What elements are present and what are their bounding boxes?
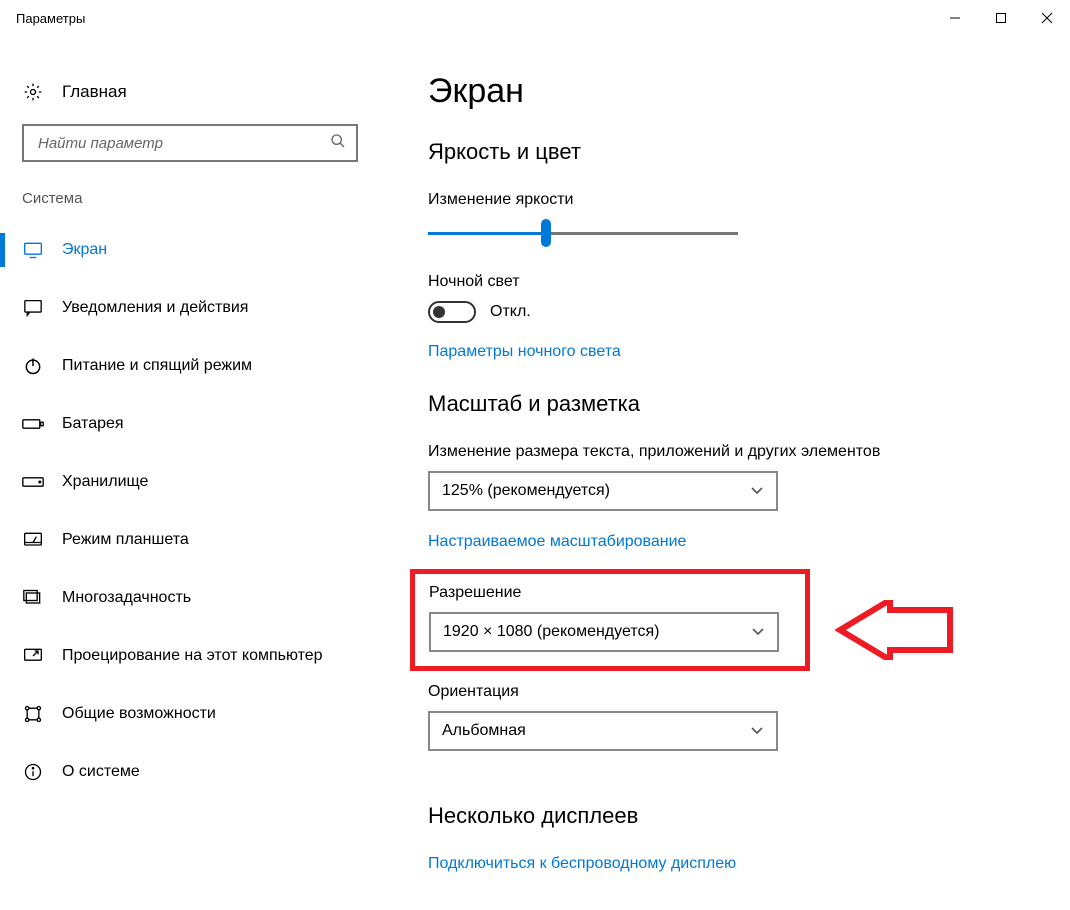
orientation-dropdown[interactable]: Альбомная bbox=[428, 711, 778, 751]
sidebar-item-tablet[interactable]: Режим планшета bbox=[0, 511, 380, 569]
custom-scaling-link[interactable]: Настраиваемое масштабирование bbox=[428, 533, 686, 550]
scale-label: Изменение размера текста, приложений и д… bbox=[428, 443, 1050, 461]
night-light-settings-link[interactable]: Параметры ночного света bbox=[428, 343, 621, 360]
brightness-slider[interactable] bbox=[428, 219, 738, 247]
wireless-display-link[interactable]: Подключиться к беспроводному дисплею bbox=[428, 855, 736, 872]
sidebar-item-label: Проецирование на этот компьютер bbox=[62, 647, 323, 665]
brightness-label: Изменение яркости bbox=[428, 191, 1050, 209]
home-button[interactable]: Главная bbox=[0, 72, 380, 112]
sidebar-item-label: Режим планшета bbox=[62, 531, 189, 549]
sidebar-item-notifications[interactable]: Уведомления и действия bbox=[0, 279, 380, 337]
multitask-icon bbox=[22, 589, 44, 607]
monitor-icon bbox=[22, 241, 44, 259]
multidisplay-heading: Несколько дисплеев bbox=[428, 803, 1050, 829]
night-light-label: Ночной свет bbox=[428, 273, 1050, 291]
main-content: Экран Яркость и цвет Изменение яркости Н… bbox=[400, 36, 1070, 873]
slider-track-filled bbox=[428, 232, 546, 235]
sidebar-item-display[interactable]: Экран bbox=[0, 221, 380, 279]
sidebar-item-about[interactable]: О системе bbox=[0, 743, 380, 801]
night-light-state: Откл. bbox=[490, 303, 531, 321]
scale-value: 125% (рекомендуется) bbox=[442, 482, 610, 500]
resolution-dropdown[interactable]: 1920 × 1080 (рекомендуется) bbox=[429, 612, 779, 652]
project-icon bbox=[22, 647, 44, 665]
notification-icon bbox=[22, 299, 44, 317]
home-label: Главная bbox=[62, 82, 127, 102]
sidebar-item-label: Хранилище bbox=[62, 473, 148, 491]
sidebar-item-label: Батарея bbox=[62, 415, 124, 433]
night-light-toggle[interactable] bbox=[428, 301, 476, 323]
tablet-icon bbox=[22, 531, 44, 549]
sidebar-item-storage[interactable]: Хранилище bbox=[0, 453, 380, 511]
sidebar-item-label: Экран bbox=[62, 241, 107, 259]
window-title: Параметры bbox=[16, 11, 932, 26]
sidebar: Главная Система Экран Уведомления и дейс… bbox=[0, 36, 400, 873]
sidebar-item-projecting[interactable]: Проецирование на этот компьютер bbox=[0, 627, 380, 685]
search-input[interactable] bbox=[22, 124, 358, 162]
sidebar-item-power[interactable]: Питание и спящий режим bbox=[0, 337, 380, 395]
sidebar-item-label: О системе bbox=[62, 763, 140, 781]
power-icon bbox=[22, 356, 44, 376]
toggle-knob bbox=[433, 306, 445, 318]
arrow-annotation bbox=[835, 600, 955, 664]
sidebar-item-label: Общие возможности bbox=[62, 705, 216, 723]
scale-dropdown[interactable]: 125% (рекомендуется) bbox=[428, 471, 778, 511]
chevron-down-icon bbox=[751, 623, 765, 641]
sidebar-item-label: Питание и спящий режим bbox=[62, 357, 252, 375]
battery-icon bbox=[22, 417, 44, 431]
maximize-button[interactable] bbox=[978, 0, 1024, 36]
chevron-down-icon bbox=[750, 482, 764, 500]
window-controls bbox=[932, 0, 1070, 36]
chevron-down-icon bbox=[750, 722, 764, 740]
orientation-label: Ориентация bbox=[428, 683, 1050, 701]
sidebar-item-shared[interactable]: Общие возможности bbox=[0, 685, 380, 743]
search-icon bbox=[330, 133, 346, 153]
sidebar-item-multitasking[interactable]: Многозадачность bbox=[0, 569, 380, 627]
shared-icon bbox=[22, 704, 44, 724]
slider-thumb[interactable] bbox=[541, 219, 551, 247]
storage-icon bbox=[22, 476, 44, 488]
resolution-highlight-box: Разрешение 1920 × 1080 (рекомендуется) bbox=[410, 569, 810, 671]
maximize-icon bbox=[995, 12, 1007, 24]
scale-heading: Масштаб и разметка bbox=[428, 391, 1050, 417]
sidebar-item-label: Уведомления и действия bbox=[62, 299, 248, 317]
gear-icon bbox=[22, 82, 44, 102]
titlebar: Параметры bbox=[0, 0, 1070, 36]
slider-track-empty bbox=[546, 232, 738, 235]
sidebar-item-battery[interactable]: Батарея bbox=[0, 395, 380, 453]
search-field[interactable] bbox=[36, 134, 330, 153]
close-icon bbox=[1041, 12, 1053, 24]
info-icon bbox=[22, 762, 44, 782]
minimize-button[interactable] bbox=[932, 0, 978, 36]
orientation-value: Альбомная bbox=[442, 722, 526, 740]
resolution-value: 1920 × 1080 (рекомендуется) bbox=[443, 623, 659, 641]
page-title: Экран bbox=[428, 72, 1050, 111]
minimize-icon bbox=[949, 12, 961, 24]
resolution-label: Разрешение bbox=[429, 584, 791, 602]
sidebar-item-label: Многозадачность bbox=[62, 589, 191, 607]
close-button[interactable] bbox=[1024, 0, 1070, 36]
sidebar-section-label: Система bbox=[0, 190, 380, 207]
brightness-heading: Яркость и цвет bbox=[428, 139, 1050, 165]
